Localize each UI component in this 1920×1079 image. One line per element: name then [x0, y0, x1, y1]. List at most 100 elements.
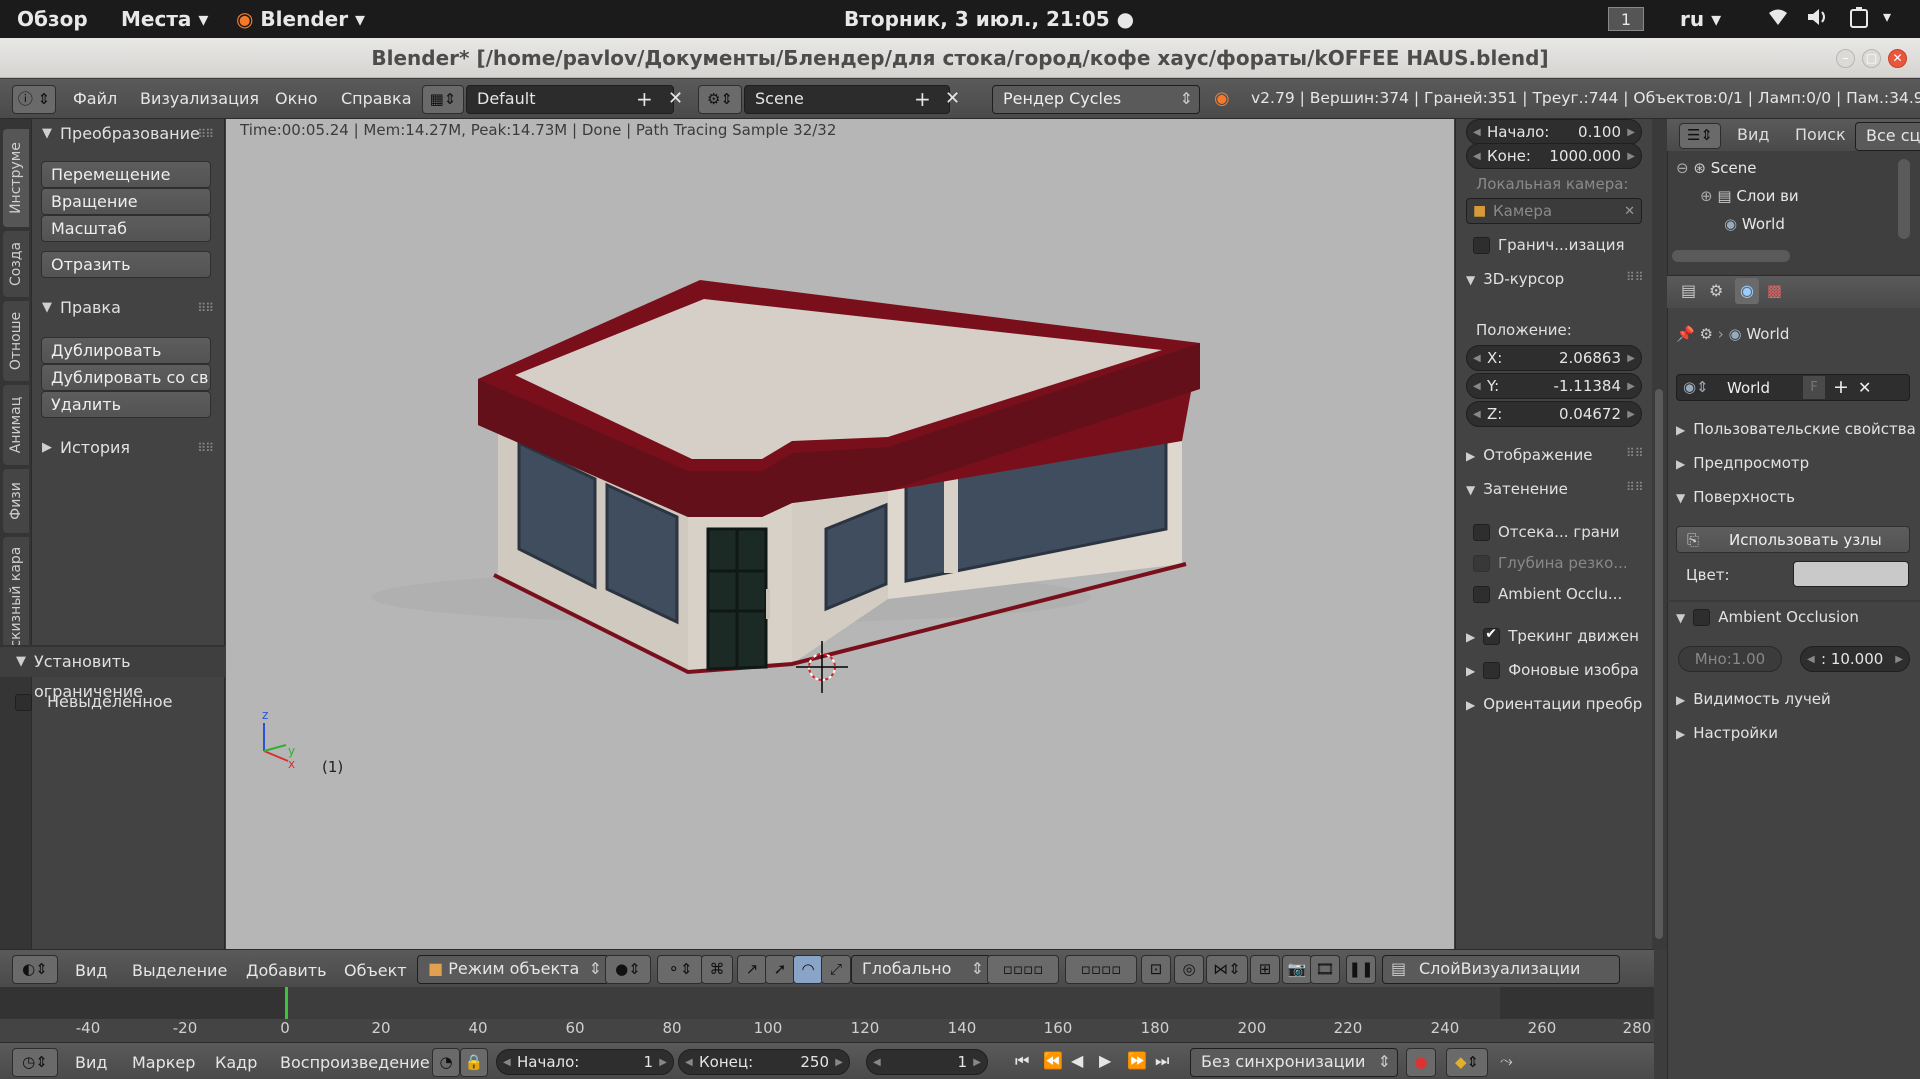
maximize-icon[interactable]: □ — [1862, 49, 1881, 68]
v3d-menu-object[interactable]: Объект — [344, 961, 407, 980]
render-still-icon[interactable]: 📷 — [1282, 955, 1312, 984]
shading-panel-header[interactable]: ▼ Затенение ⠿⠿ — [1466, 480, 1644, 498]
edit-panel-header[interactable]: ▼ Правка ⠿⠿ — [32, 293, 225, 323]
pivot-point-icon[interactable]: ⚬⇕ — [657, 955, 703, 984]
scene-selector-icon[interactable]: ⚙⇕ — [698, 85, 742, 114]
duplicate-button[interactable]: Дублировать — [41, 337, 211, 364]
new-world-icon[interactable]: + — [1833, 376, 1849, 398]
display-panel-header[interactable]: ▶ Отображение ⠿⠿ — [1466, 446, 1644, 464]
transform-panel-header[interactable]: ▼ Преобразование ⠿⠿ — [32, 119, 225, 149]
npanel-scrollbar[interactable] — [1655, 389, 1663, 939]
decrement-arrow-icon[interactable]: ◀ — [1473, 144, 1481, 169]
rotate-manipulator-icon[interactable]: ◠ — [793, 955, 823, 984]
translate-button[interactable]: Перемещение — [41, 161, 211, 188]
tab-relations[interactable]: Отноше — [3, 301, 29, 381]
ao-checkbox[interactable] — [1473, 586, 1490, 603]
motion-tracking-panel-header[interactable]: ▶ Трекинг движен — [1466, 626, 1639, 645]
add-scene-icon[interactable]: + — [914, 87, 931, 111]
timeline-menu-view[interactable]: Вид — [75, 1053, 107, 1072]
timeline-menu-frame[interactable]: Кадр — [215, 1053, 257, 1072]
editor-type-info-icon[interactable]: ⓘ ⇕ — [12, 85, 56, 114]
backface-culling-checkbox[interactable] — [1473, 524, 1490, 541]
cursor-x-field[interactable]: ◀ X: 2.06863 ▶ — [1466, 345, 1642, 371]
move-manipulator-icon[interactable]: ➚ — [765, 955, 795, 984]
world-datablock-selector[interactable]: ◉⇕ World F + ✕ — [1676, 374, 1910, 401]
unselected-checkbox[interactable] — [15, 694, 32, 711]
ao-panel-header[interactable]: ▼ Ambient Occlusion — [1676, 608, 1859, 626]
tab-create[interactable]: Созда — [3, 231, 29, 297]
ao-distance-field[interactable]: ◀: 10.000 ▶ — [1800, 646, 1910, 672]
history-panel-header[interactable]: ▶ История ⠿⠿ — [32, 433, 225, 463]
pause-preview-icon[interactable]: ❚❚ — [1346, 955, 1376, 984]
fake-user-button[interactable]: F — [1803, 376, 1825, 399]
battery-icon[interactable] — [1848, 7, 1872, 34]
render-border-checkbox[interactable] — [1473, 237, 1490, 254]
start-frame-field[interactable]: ◀ Начало: 1 ▶ — [496, 1049, 674, 1075]
menu-file[interactable]: Файл — [73, 89, 117, 108]
decrement-arrow-icon[interactable]: ◀ — [1473, 374, 1481, 399]
settings-panel-header[interactable]: ▶ Настройки — [1676, 724, 1778, 742]
auto-keying-record-icon[interactable]: ● — [1406, 1048, 1436, 1077]
outliner-item-scene[interactable]: ⊖ ⊛ Scene — [1676, 159, 1756, 177]
render-layer-selector[interactable]: ▤ СлойВизуализации — [1382, 955, 1620, 984]
timeline-menu-marker[interactable]: Маркер — [132, 1053, 195, 1072]
window-titlebar[interactable]: Blender* [/home/pavlov/Документы/Блендер… — [0, 38, 1920, 78]
outliner-item-render-layers[interactable]: ⊕ ▤ Слои ви — [1700, 187, 1799, 205]
timeline[interactable]: -40 -20 0 20 40 60 80 100 120 140 160 18… — [0, 987, 1654, 1042]
decrement-arrow-icon[interactable]: ◀ — [685, 1050, 693, 1075]
expand-icon[interactable]: ⊕ — [1700, 187, 1713, 205]
outliner-v-scrollbar[interactable] — [1898, 159, 1910, 239]
clock[interactable]: Вторник, 3 июл., 21:05 ● — [844, 7, 1134, 31]
duplicate-linked-button[interactable]: Дублировать со св... — [41, 364, 211, 391]
interaction-mode-dropdown[interactable]: ■ Режим объекта ⇕ — [417, 955, 609, 984]
world-color-swatch[interactable] — [1793, 561, 1909, 587]
tab-animation[interactable]: Анимац — [3, 385, 29, 465]
decrement-arrow-icon[interactable]: ◀ — [1807, 647, 1815, 672]
render-engine-dropdown[interactable]: Рендер Cycles ⇕ — [992, 85, 1200, 114]
scale-manipulator-icon[interactable]: ⤢ — [821, 955, 851, 984]
translate-manipulator-icon[interactable]: ↗ — [737, 955, 767, 984]
ray-visibility-panel-header[interactable]: ▶ Видимость лучей — [1676, 690, 1831, 708]
custom-props-panel-header[interactable]: ▶ Пользовательские свойства — [1676, 420, 1916, 438]
world-name-field[interactable]: World — [1727, 379, 1770, 397]
world-ao-checkbox[interactable] — [1693, 609, 1711, 626]
current-frame-marker[interactable] — [285, 987, 288, 1019]
3d-viewport[interactable]: z y x (1) — [226, 119, 1454, 949]
outliner-display-mode[interactable]: Все сц — [1855, 122, 1920, 151]
jump-end-icon[interactable]: ⏭ — [1155, 1051, 1169, 1071]
increment-arrow-icon[interactable]: ▶ — [659, 1050, 667, 1075]
keying-set-icon[interactable]: ◆⇕ — [1446, 1048, 1488, 1077]
surface-panel-header[interactable]: ▼ Поверхность — [1676, 488, 1795, 506]
close-icon[interactable]: ✕ — [1888, 49, 1907, 68]
editor-type-3dview-icon[interactable]: ◐⇕ — [12, 955, 58, 984]
app-menu[interactable]: ◉ Blender ▾ — [236, 7, 365, 31]
lock-range-icon[interactable]: 🔒 — [460, 1048, 488, 1077]
remove-screen-icon[interactable]: ✕ — [668, 88, 683, 109]
v3d-menu-view[interactable]: Вид — [75, 961, 107, 980]
snap-element-icon[interactable]: ⋈⇕ — [1206, 955, 1248, 984]
clip-end-field[interactable]: ◀ Коне: 1000.000 ▶ — [1466, 143, 1642, 169]
manipulator-toggle-icon[interactable]: ⌘ — [701, 955, 733, 984]
increment-arrow-icon[interactable]: ▶ — [973, 1050, 981, 1075]
jump-keyframe-back-icon[interactable]: ⏪ — [1043, 1051, 1063, 1070]
collapse-icon[interactable]: ⊖ — [1676, 159, 1689, 177]
wifi-icon[interactable] — [1767, 7, 1789, 32]
timeline-menu-playback[interactable]: Воспроизведение — [280, 1053, 430, 1072]
increment-arrow-icon[interactable]: ▶ — [835, 1050, 843, 1075]
volume-icon[interactable] — [1806, 7, 1830, 32]
transform-orientations-panel-header[interactable]: ▶ Ориентации преобр — [1466, 695, 1642, 713]
scene-layers-icon[interactable]: ▫▫▫▫ — [987, 955, 1059, 984]
v3d-menu-select[interactable]: Выделение — [132, 961, 227, 980]
decrement-arrow-icon[interactable]: ◀ — [873, 1050, 881, 1075]
end-frame-field[interactable]: ◀ Конец: 250 ▶ — [678, 1049, 850, 1075]
outliner-h-scrollbar[interactable] — [1672, 250, 1790, 262]
cursor-z-field[interactable]: ◀ Z: 0.04672 ▶ — [1466, 401, 1642, 427]
increment-arrow-icon[interactable]: ▶ — [1627, 120, 1635, 145]
decrement-arrow-icon[interactable]: ◀ — [1473, 346, 1481, 371]
clear-camera-icon[interactable]: ✕ — [1624, 199, 1635, 224]
preview-panel-header[interactable]: ▶ Предпросмотр — [1676, 454, 1809, 472]
power-menu-icon[interactable]: ▾ — [1883, 7, 1891, 26]
menu-help[interactable]: Справка — [341, 89, 412, 108]
texture-tab-icon[interactable]: ▩ — [1767, 281, 1782, 300]
use-nodes-button[interactable]: ⎘ Использовать узлы — [1676, 526, 1910, 553]
